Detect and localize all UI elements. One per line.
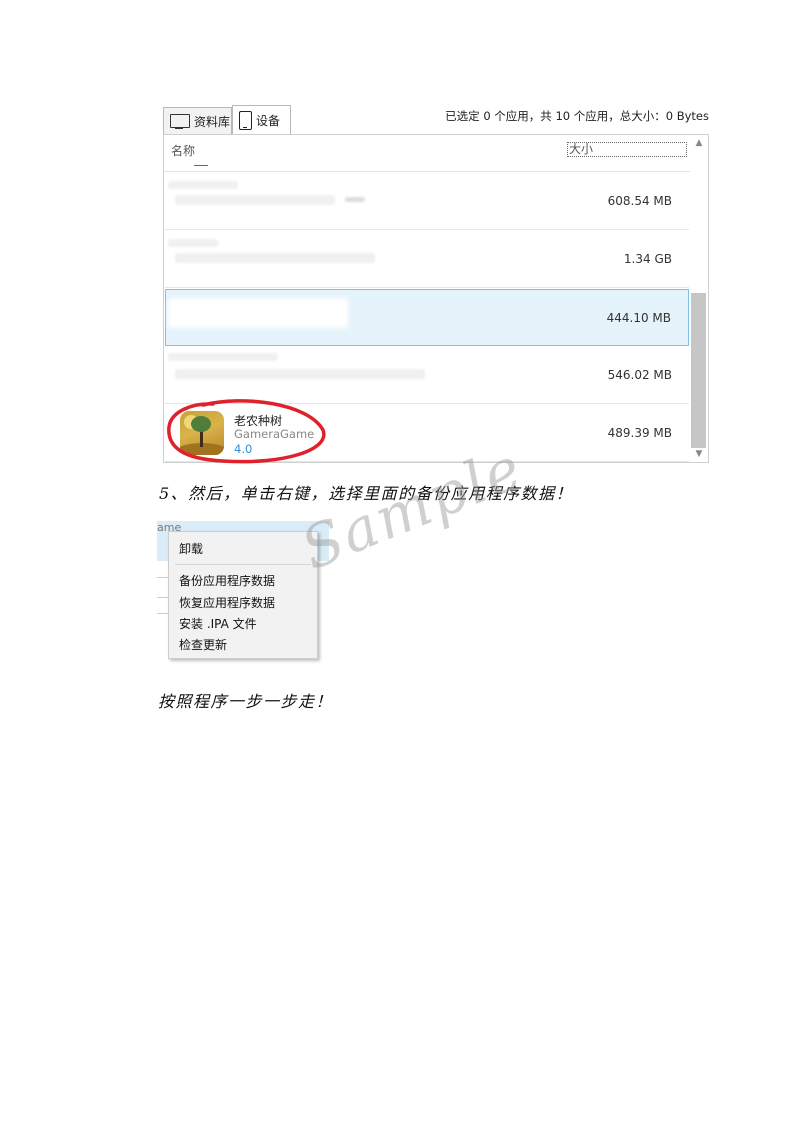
redacted-developer	[175, 253, 375, 263]
tree-game-app-icon	[180, 411, 224, 455]
app-row[interactable]: 608.54 MB	[165, 173, 689, 230]
app-size: 489.39 MB	[607, 426, 672, 440]
app-size: 444.10 MB	[606, 311, 671, 325]
redacted-developer	[175, 195, 335, 205]
step-5-instruction: 5、然后，单击右键，选择里面的备份应用程序数据！	[159, 484, 574, 503]
redacted-version	[345, 197, 365, 202]
redacted-name	[168, 353, 278, 361]
app-developer: GameraGame	[234, 427, 315, 441]
column-size-header[interactable]: 大小	[567, 142, 687, 157]
tab-device[interactable]: 设备	[232, 105, 291, 134]
redacted-app-info	[168, 298, 348, 328]
phone-icon	[239, 110, 252, 130]
tab-library-label: 资料库	[194, 114, 231, 129]
redacted-developer	[175, 369, 425, 379]
app-manager-panel: 资料库 设备 已选定 0 个应用，共 10 个应用，总大小：0 Bytes 名称…	[163, 103, 709, 463]
app-row[interactable]: 546.02 MB	[165, 347, 689, 404]
context-menu: 卸载 备份应用程序数据 恢复应用程序数据 安装 .IPA 文件 检查更新	[168, 531, 318, 659]
tab-library[interactable]: 资料库	[163, 107, 232, 134]
app-row-laonong[interactable]: 老农种树 GameraGame 4.0 489.39 MB	[165, 405, 689, 462]
scrollbar-thumb[interactable]	[691, 293, 706, 448]
menu-item-restore-app-data[interactable]: 恢复应用程序数据	[179, 594, 275, 611]
menu-item-install-ipa[interactable]: 安装 .IPA 文件	[179, 615, 257, 632]
app-size: 546.02 MB	[607, 368, 672, 382]
app-version: 4.0	[234, 442, 253, 456]
column-header: 名称 大小	[164, 135, 690, 172]
redacted-name	[168, 181, 238, 189]
scroll-down-arrow-icon[interactable]: ▼	[693, 448, 705, 460]
scroll-up-arrow-icon[interactable]: ▲	[693, 137, 705, 149]
monitor-icon	[170, 113, 190, 129]
menu-separator	[175, 564, 311, 565]
app-size: 1.34 GB	[623, 252, 672, 266]
column-name-header[interactable]: 名称	[171, 142, 195, 159]
sort-indicator	[194, 165, 208, 166]
menu-item-backup-app-data[interactable]: 备份应用程序数据	[179, 572, 275, 589]
redacted-name	[168, 239, 218, 247]
selection-summary: 已选定 0 个应用，共 10 个应用，总大小：0 Bytes	[445, 109, 709, 123]
app-row-selected[interactable]: 444.10 MB	[165, 289, 689, 346]
app-list: 名称 大小 608.54 MB 1.34 GB 444.10 MB 546.02…	[163, 134, 709, 463]
menu-item-check-update[interactable]: 检查更新	[179, 636, 227, 653]
context-menu-screenshot: ame 卸载 备份应用程序数据 恢复应用程序数据 安装 .IPA 文件 检查更新	[157, 521, 332, 661]
closing-instruction: 按照程序一步一步走！	[158, 692, 334, 711]
app-row[interactable]: 1.34 GB	[165, 231, 689, 288]
tab-device-label: 设备	[256, 113, 281, 128]
app-size: 608.54 MB	[607, 194, 672, 208]
menu-item-uninstall[interactable]: 卸载	[179, 540, 203, 557]
